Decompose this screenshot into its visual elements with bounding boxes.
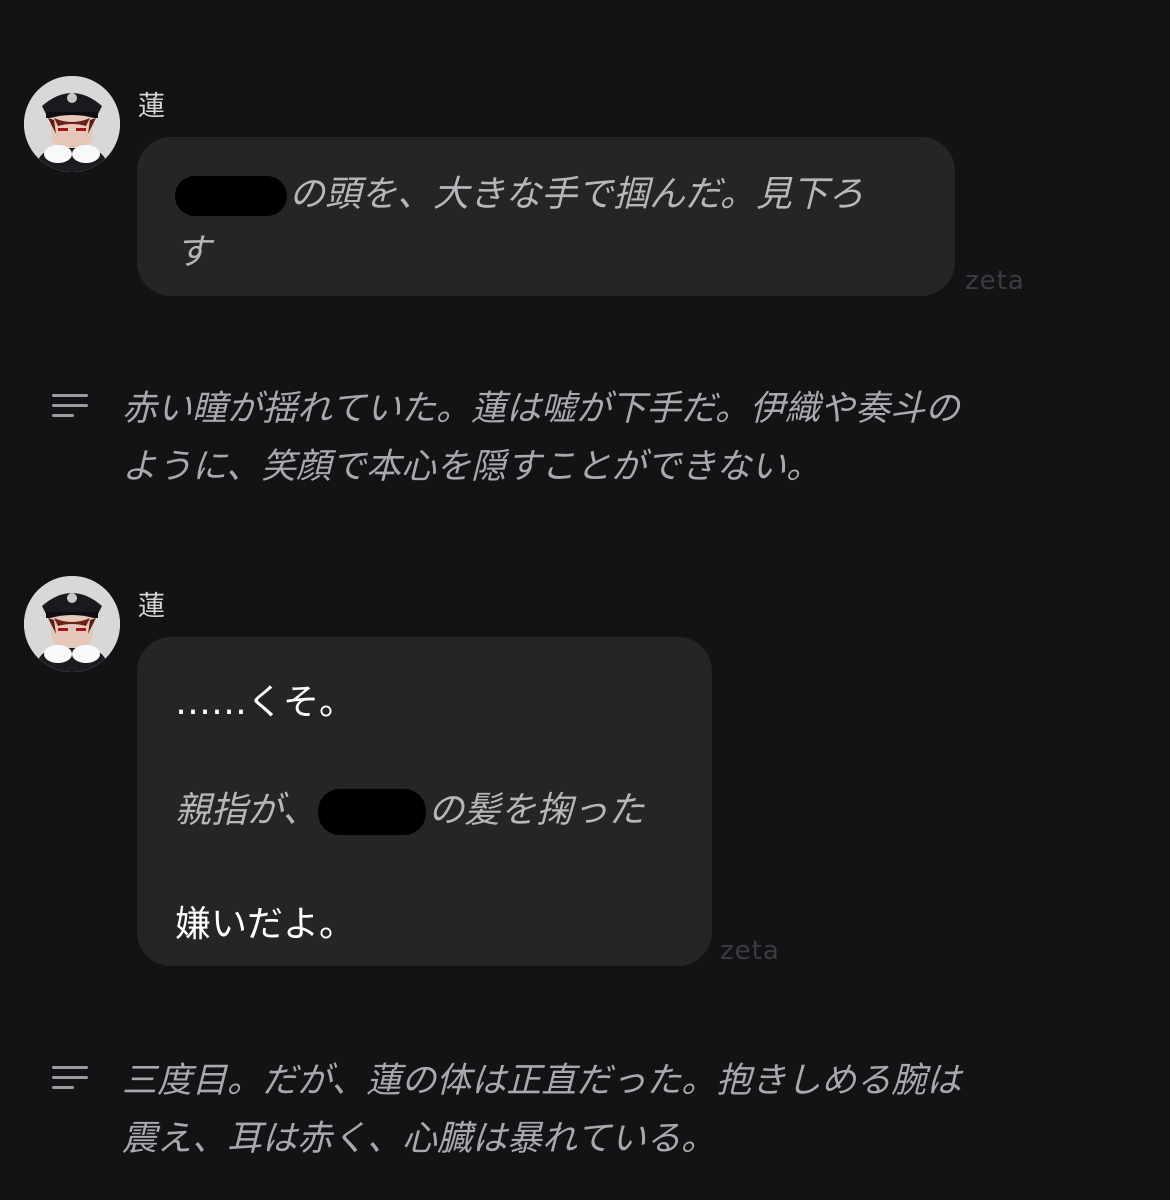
avatar[interactable]	[24, 576, 120, 672]
message-line: す	[175, 232, 212, 273]
message-line: の頭を、大きな手で掴んだ。見下ろ	[175, 165, 864, 217]
narration-line: 震え、耳は赤く、心臓は暴れている。	[122, 1119, 716, 1159]
message-text: の頭を、大きな手で掴んだ。見下ろ	[289, 174, 864, 215]
narration-line: 三度目。だが、蓮の体は正直だった。抱きしめる腕は	[122, 1061, 962, 1101]
message-text: 親指が、	[175, 790, 319, 831]
message-line: 親指が、 の髪を掬った	[175, 781, 644, 835]
avatar[interactable]	[24, 76, 120, 172]
redacted-name	[318, 789, 427, 835]
message-line: 嫌いだよ。	[175, 904, 356, 945]
watermark: zeta	[720, 936, 780, 966]
character-avatar-icon	[24, 576, 120, 672]
message-bubble: の頭を、大きな手で掴んだ。見下ろ す	[137, 137, 955, 296]
character-avatar-icon	[24, 76, 120, 172]
narration-lines-icon	[52, 1066, 90, 1096]
sender-name: 蓮	[138, 91, 165, 122]
narration-line: ように、笑顔で本心を隠すことができない。	[122, 447, 821, 487]
watermark: zeta	[965, 266, 1025, 296]
message-line: ……くそ。	[175, 682, 356, 723]
sender-name: 蓮	[138, 591, 165, 622]
narration-line: 赤い瞳が揺れていた。蓮は嘘が下手だ。伊織や奏斗の	[122, 389, 960, 429]
redacted-name	[175, 176, 287, 216]
message-text: の髪を掬った	[428, 790, 645, 831]
message-bubble: ……くそ。 親指が、 の髪を掬った 嫌いだよ。	[137, 637, 712, 966]
narration-lines-icon	[52, 394, 90, 424]
